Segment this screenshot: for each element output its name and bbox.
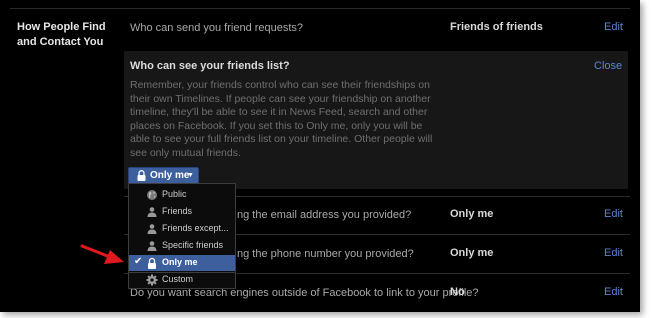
menu-item-public[interactable]: Public: [129, 187, 235, 203]
menu-item-friends[interactable]: Friends: [129, 204, 235, 220]
friends-list-title: Who can see your friends list?: [130, 60, 290, 72]
email-question: ng the email address you provided?: [237, 209, 412, 221]
person-icon: [147, 207, 157, 217]
email-edit-link[interactable]: Edit: [604, 208, 623, 220]
menu-item-label: Custom: [162, 274, 194, 284]
menu-item-label: Friends: [162, 206, 193, 216]
menu-item-label: Friends except...: [162, 223, 229, 233]
top-divider: [10, 8, 630, 9]
friends-list-description: Remember, your friends control who can s…: [130, 79, 433, 159]
close-link[interactable]: Close: [594, 60, 622, 72]
audience-selector-label: Only me: [150, 170, 190, 181]
friends-list-settings-box: Who can see your friends list? Close Rem…: [124, 51, 628, 189]
search-engines-edit-link[interactable]: Edit: [604, 286, 623, 298]
phone-question: ng the phone number you provided?: [237, 248, 414, 260]
checkmark-icon: ✔: [134, 256, 143, 267]
email-value: Only me: [450, 208, 494, 220]
gear-icon: [146, 274, 158, 286]
privacy-settings-panel: How People Find and Contact You Who can …: [0, 0, 640, 312]
globe-icon: [147, 190, 157, 200]
phone-value: Only me: [450, 247, 494, 259]
red-arrow-annotation: [80, 244, 124, 264]
audience-dropdown-menu: Public Friends Friends except... Specifi…: [128, 183, 236, 289]
menu-item-friends-except[interactable]: Friends except...: [129, 221, 235, 237]
section-title: How People Find and Contact You: [17, 21, 106, 48]
phone-edit-link[interactable]: Edit: [604, 247, 623, 259]
chevron-down-icon: ▼: [187, 172, 194, 179]
person-icon: [147, 241, 157, 251]
friend-requests-edit-link[interactable]: Edit: [604, 21, 623, 33]
menu-item-only-me[interactable]: ✔ Only me: [129, 255, 235, 271]
menu-item-label: Only me: [162, 257, 198, 267]
lock-icon: [148, 257, 156, 269]
lock-icon: [137, 170, 146, 181]
friend-requests-value: Friends of friends: [450, 21, 543, 33]
menu-item-custom[interactable]: Custom: [129, 272, 235, 288]
menu-item-label: Specific friends: [162, 240, 224, 250]
friend-requests-question: Who can send you friend requests?: [130, 22, 304, 34]
search-engines-value: No: [450, 286, 465, 298]
menu-item-specific-friends[interactable]: Specific friends: [129, 238, 235, 254]
person-icon: [147, 224, 157, 234]
menu-item-label: Public: [162, 189, 187, 199]
